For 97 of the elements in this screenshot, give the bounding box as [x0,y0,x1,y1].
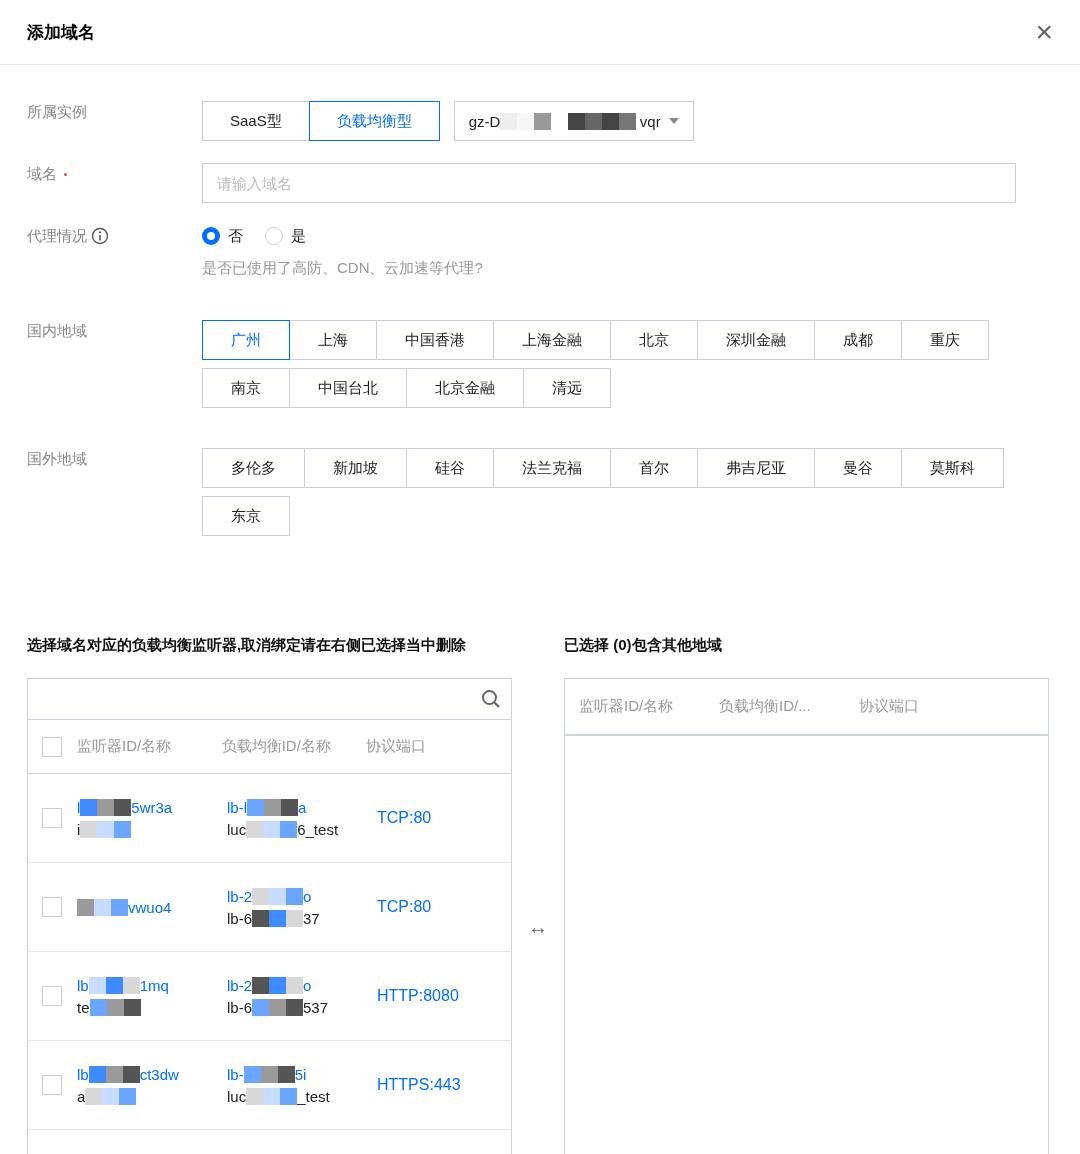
close-button[interactable]: × [1035,17,1053,47]
cell-text: luc [227,1087,247,1105]
cell-text: l [77,798,81,816]
cell-text: 5wr3a [131,798,173,816]
region-option[interactable]: 多伦多 [202,448,305,488]
cell-text: vwuo4 [128,898,172,916]
region-option[interactable]: 新加坡 [304,448,407,488]
region-option[interactable]: 首尔 [610,448,698,488]
region-option[interactable]: 莫斯科 [901,448,1004,488]
cell-text: lb [77,976,89,994]
instance-dropdown[interactable]: gz-D vqr [453,101,694,141]
redaction-mosaic [252,909,303,927]
redaction-mosaic [252,998,303,1016]
redaction-mosaic [88,976,140,994]
region-option[interactable]: 南京 [202,368,290,408]
cell-text: _test [297,1087,330,1105]
redaction-mosaic [243,1065,295,1083]
redaction-mosaic [246,1087,298,1105]
redaction-mosaic [252,887,303,905]
cell-text: lb-2 [227,976,252,994]
cell-text: luc [227,820,247,838]
info-icon [91,227,109,245]
column-header: 协议端口 [859,697,920,716]
dialog-title: 添加域名 [27,21,95,44]
hint-text: 是否已使用了高防、CDN、云加速等代理? [202,259,483,278]
cell-text: lb-2 [227,887,252,905]
cell-text: o [303,976,312,994]
checkbox[interactable] [42,986,62,1006]
search-icon [481,689,501,709]
form-label: 所属实例 [27,102,88,122]
region-option[interactable]: 深圳金融 [697,320,815,360]
redaction-mosaic [88,1065,140,1083]
redaction-mosaic [89,998,141,1016]
checkbox[interactable] [42,1075,62,1095]
type-option[interactable]: 负载均衡型 [308,101,440,141]
protocol-text: TCP:80 [377,809,432,827]
region-option[interactable]: 硅谷 [406,448,494,488]
form-label: 国内地域 [27,321,88,341]
panel-title: 选择域名对应的负载均衡监听器,取消绑定请在右侧已选择当中删除 [27,636,468,655]
panel-title: 已选择 (0)包含其他地域 [564,636,723,655]
radio-option[interactable]: 否 [202,226,243,246]
cell-text: lb [77,1065,89,1083]
cell-text: lb- [227,1065,244,1083]
protocol-text: HTTPS:443 [377,1076,461,1094]
region-option[interactable]: 中国台北 [289,368,407,408]
region-option[interactable]: 弗吉尼亚 [697,448,815,488]
redaction-mosaic [85,1087,137,1105]
cell-text: 1mq [139,976,169,994]
cell-text: ct3dw [139,1065,179,1083]
cell-text: te [77,998,90,1016]
region-option[interactable]: 清远 [523,368,611,408]
column-header: 负载均衡ID/名称 [221,737,332,756]
cell-text: 537 [303,998,329,1016]
redaction-mosaic [80,820,132,838]
region-option[interactable]: 北京 [610,320,698,360]
region-option[interactable]: 曼谷 [814,448,902,488]
redaction-mosaic [77,898,128,916]
form-label: 国外地域 [27,449,88,469]
caret-icon [668,118,679,124]
column-header: 监听器ID/名称 [579,697,675,716]
form-label: 代理情况 [27,226,87,246]
redaction-mosaic [246,820,298,838]
cell-text: a [77,1087,86,1105]
radio-option[interactable]: 是 [265,226,306,246]
cell-text: lb-l [227,798,247,816]
checkbox[interactable] [42,736,62,757]
cell-text: lb-6 [227,909,252,927]
cell-text: o [303,887,312,905]
redaction-mosaic [80,798,132,816]
type-option[interactable]: SaaS型 [202,101,310,141]
cell-text: 5i [294,1065,307,1083]
region-option[interactable]: 广州 [202,320,290,360]
region-option[interactable]: 中国香港 [376,320,494,360]
cell-text: a [298,798,307,816]
protocol-text: TCP:80 [377,898,432,916]
domain-input[interactable]: 请输入域名 [202,163,1016,203]
column-header: 协议端口 [366,737,428,756]
cell-text: lb-6 [227,998,252,1016]
column-header: 监听器ID/名称 [77,737,173,756]
column-header: 负载均衡ID/... [719,697,812,716]
region-option[interactable]: 成都 [814,320,902,360]
region-option[interactable]: 重庆 [901,320,989,360]
cell-text: i [77,820,81,838]
region-option[interactable]: 上海金融 [493,320,611,360]
transfer-icon: ↔ [512,916,564,939]
region-option[interactable]: 上海 [289,320,377,360]
cell-text: 37 [303,909,320,927]
redaction-mosaic [252,976,303,994]
redaction-mosaic [247,798,298,816]
region-option[interactable]: 北京金融 [406,368,524,408]
protocol-text: HTTP:8080 [377,987,459,1005]
cell-text: 6_test [297,820,339,838]
form-label: 域名 [27,164,202,184]
region-option[interactable]: 东京 [202,496,290,536]
checkbox[interactable] [42,897,62,917]
region-option[interactable]: 法兰克福 [493,448,611,488]
checkbox[interactable] [42,808,62,828]
